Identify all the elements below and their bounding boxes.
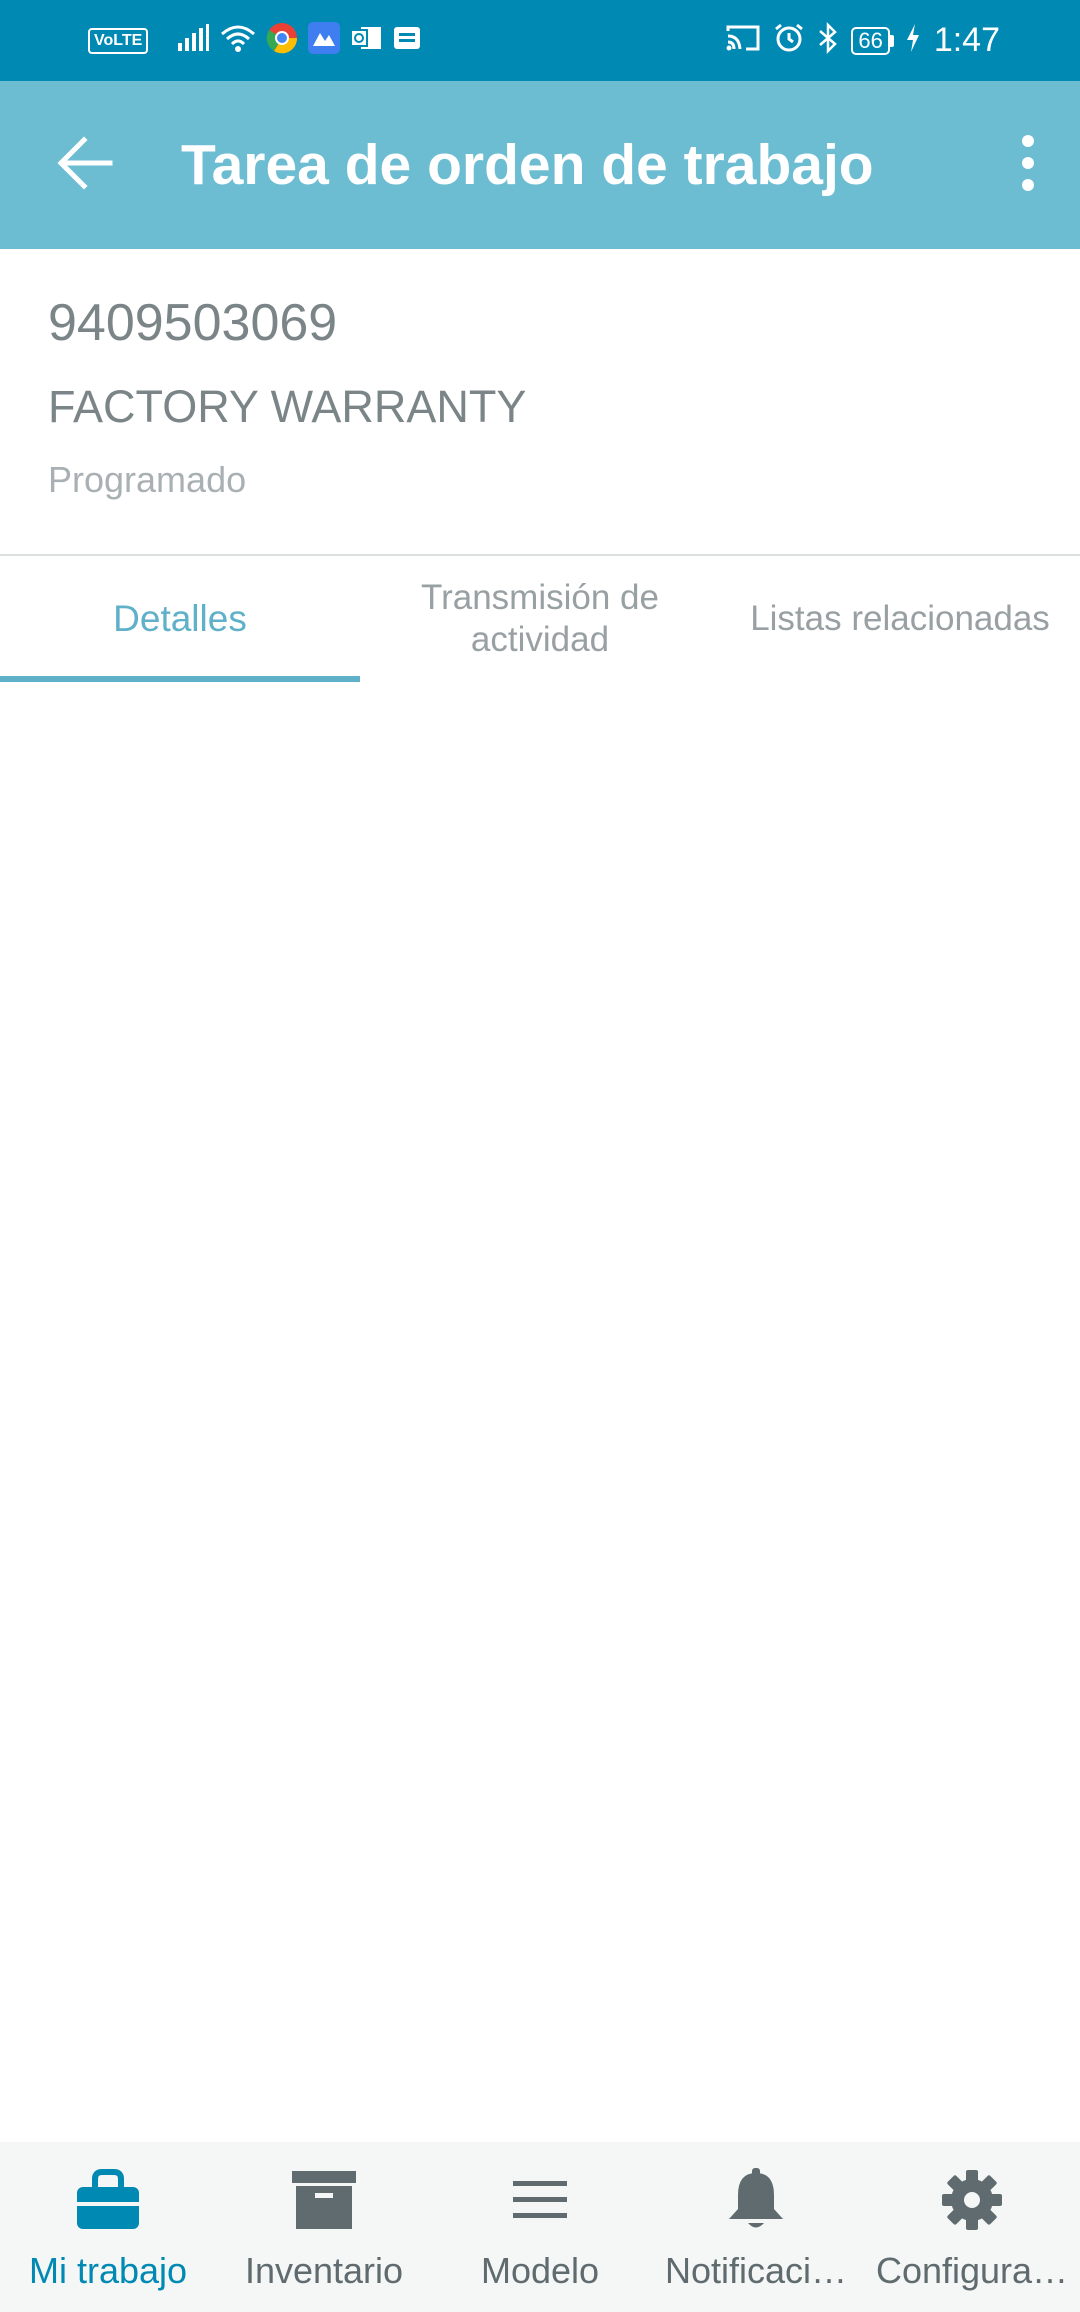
nav-label: Modelo xyxy=(480,2250,600,2291)
status-left-icons: VoLTE xyxy=(88,20,422,61)
status-time: 1:47 xyxy=(933,21,1000,59)
cast-icon xyxy=(725,23,761,58)
record-status: Programado xyxy=(48,459,247,500)
signal-icon xyxy=(176,23,210,58)
nav-label: Notificaci… xyxy=(664,2250,848,2291)
tab-label: Transmisión de actividad xyxy=(421,578,659,659)
app-icon xyxy=(308,22,341,59)
bell-icon xyxy=(725,2167,787,2238)
more-vertical-icon xyxy=(1018,133,1038,198)
record-type: FACTORY WARRANTY xyxy=(48,381,527,432)
wifi-icon xyxy=(220,23,256,58)
tab-label: Detalles xyxy=(113,598,247,639)
tab-label: Listas relacionadas xyxy=(750,599,1050,638)
battery-level: 66 xyxy=(851,26,890,55)
nav-modelo[interactable]: Modelo xyxy=(432,2142,648,2312)
bluetooth-icon xyxy=(817,21,839,59)
nav-notificaciones[interactable]: Notificaci… xyxy=(648,2142,864,2312)
nav-label: Configura… xyxy=(875,2250,1069,2291)
page-title: Tarea de orden de trabajo xyxy=(181,133,874,197)
nav-label: Inventario xyxy=(244,2250,404,2291)
tab-listas-relacionadas[interactable]: Listas relacionadas xyxy=(720,556,1080,682)
record-header: 9409503069 FACTORY WARRANTY Programado xyxy=(0,249,1080,554)
archive-box-icon xyxy=(291,2169,357,2236)
nav-mi-trabajo[interactable]: Mi trabajo xyxy=(0,2142,216,2312)
charging-icon xyxy=(906,23,920,58)
gear-icon xyxy=(940,2168,1004,2237)
message-icon xyxy=(392,23,422,58)
back-button[interactable] xyxy=(46,127,122,203)
tab-bar: Detalles Transmisión de actividad Listas… xyxy=(0,556,1080,682)
record-number: 9409503069 xyxy=(48,294,338,352)
arrow-left-icon xyxy=(54,133,114,198)
app-bar: Tarea de orden de trabajo xyxy=(0,81,1080,249)
menu-lines-icon xyxy=(511,2175,569,2230)
tab-detalles[interactable]: Detalles xyxy=(0,556,360,682)
status-right-icons: 66 1:47 xyxy=(725,20,1000,61)
chrome-icon xyxy=(266,22,298,59)
more-options-button[interactable] xyxy=(998,123,1058,207)
tab-content xyxy=(0,682,1080,2142)
nav-label: Mi trabajo xyxy=(28,2250,188,2291)
battery-icon: 66 xyxy=(851,26,894,55)
status-bar: VoLTE 66 1:47 xyxy=(0,0,1080,81)
bottom-navigation: Mi trabajo Inventario Modelo Notificaci…… xyxy=(0,2142,1080,2312)
outlook-icon xyxy=(350,23,382,58)
volte-icon: VoLTE xyxy=(88,27,149,54)
nav-configuracion[interactable]: Configura… xyxy=(864,2142,1080,2312)
alarm-icon xyxy=(773,22,805,59)
nav-inventario[interactable]: Inventario xyxy=(216,2142,432,2312)
briefcase-icon xyxy=(75,2168,141,2236)
tab-transmision-actividad[interactable]: Transmisión de actividad xyxy=(360,556,720,682)
